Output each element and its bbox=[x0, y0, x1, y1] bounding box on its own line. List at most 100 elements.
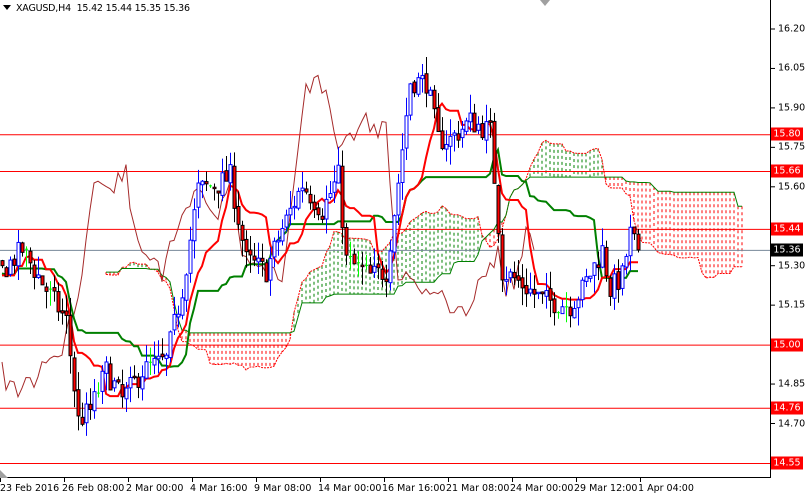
candle[interactable] bbox=[328, 180, 333, 200]
candle[interactable] bbox=[8, 256, 13, 277]
candle[interactable] bbox=[192, 198, 197, 259]
candle[interactable] bbox=[388, 239, 393, 291]
candle[interactable] bbox=[528, 272, 533, 297]
candle[interactable] bbox=[168, 330, 173, 363]
candle[interactable] bbox=[184, 273, 189, 312]
candle[interactable] bbox=[312, 194, 317, 219]
candle[interactable] bbox=[524, 268, 529, 307]
chart-shift-marker-icon[interactable] bbox=[540, 0, 550, 6]
candle[interactable] bbox=[357, 251, 360, 277]
candle[interactable] bbox=[0, 259, 5, 269]
candle[interactable] bbox=[580, 277, 585, 308]
candle[interactable] bbox=[56, 282, 61, 322]
candle[interactable] bbox=[296, 187, 301, 211]
candle[interactable] bbox=[172, 296, 177, 336]
candle[interactable] bbox=[400, 133, 405, 200]
candle[interactable] bbox=[420, 63, 425, 93]
candle[interactable] bbox=[316, 202, 321, 221]
candle[interactable] bbox=[396, 173, 401, 225]
candle[interactable] bbox=[260, 243, 265, 277]
candle[interactable] bbox=[140, 365, 145, 401]
candle[interactable] bbox=[440, 117, 445, 151]
candle[interactable] bbox=[600, 228, 605, 269]
candle[interactable] bbox=[632, 226, 637, 241]
candle[interactable] bbox=[548, 271, 553, 318]
candle[interactable] bbox=[560, 299, 565, 315]
candle[interactable] bbox=[504, 266, 509, 296]
candle[interactable] bbox=[392, 214, 397, 259]
candle[interactable] bbox=[244, 230, 249, 268]
candle[interactable] bbox=[248, 236, 253, 273]
candle[interactable] bbox=[349, 241, 352, 270]
candle[interactable] bbox=[520, 264, 525, 306]
candle[interactable] bbox=[636, 228, 641, 253]
candle[interactable] bbox=[448, 119, 453, 165]
candle[interactable] bbox=[344, 223, 349, 265]
candle[interactable] bbox=[552, 292, 557, 326]
candle[interactable] bbox=[340, 150, 345, 245]
candle[interactable] bbox=[572, 301, 577, 319]
candle[interactable] bbox=[436, 93, 441, 133]
candle[interactable] bbox=[452, 130, 457, 152]
candle[interactable] bbox=[212, 183, 217, 201]
candle[interactable] bbox=[84, 392, 89, 436]
candle[interactable] bbox=[188, 226, 193, 283]
candle[interactable] bbox=[272, 237, 277, 268]
candle[interactable] bbox=[456, 120, 461, 148]
candle[interactable] bbox=[416, 72, 421, 97]
candle[interactable] bbox=[544, 272, 549, 309]
candle[interactable] bbox=[308, 185, 313, 210]
candle[interactable] bbox=[160, 338, 165, 361]
candle[interactable] bbox=[196, 169, 201, 219]
price-chart[interactable] bbox=[0, 0, 805, 497]
candle[interactable] bbox=[128, 366, 133, 403]
candle[interactable] bbox=[584, 268, 589, 288]
candle[interactable] bbox=[224, 155, 229, 182]
candle[interactable] bbox=[624, 253, 629, 275]
candle[interactable] bbox=[360, 252, 365, 285]
candle[interactable] bbox=[492, 112, 497, 184]
candle[interactable] bbox=[108, 356, 113, 391]
candle[interactable] bbox=[136, 372, 141, 399]
candle[interactable] bbox=[164, 352, 169, 377]
candle[interactable] bbox=[20, 241, 25, 257]
candle[interactable] bbox=[620, 263, 625, 296]
candle[interactable] bbox=[216, 190, 221, 209]
candle[interactable] bbox=[292, 195, 297, 220]
candle[interactable] bbox=[480, 115, 485, 141]
candle[interactable] bbox=[72, 351, 77, 408]
candle[interactable] bbox=[220, 158, 225, 202]
candle[interactable] bbox=[49, 281, 52, 306]
candle[interactable] bbox=[365, 254, 368, 270]
candle[interactable] bbox=[557, 311, 560, 319]
candle[interactable] bbox=[568, 296, 573, 328]
candle[interactable] bbox=[412, 80, 417, 98]
candle[interactable] bbox=[484, 104, 489, 154]
candle[interactable] bbox=[472, 103, 477, 133]
candle[interactable] bbox=[112, 377, 117, 392]
candle[interactable] bbox=[468, 94, 473, 132]
dropdown-arrow-icon[interactable] bbox=[3, 5, 11, 10]
candle[interactable] bbox=[88, 388, 93, 420]
candle[interactable] bbox=[28, 247, 33, 274]
candle[interactable] bbox=[120, 369, 125, 408]
candle[interactable] bbox=[476, 116, 481, 135]
candle[interactable] bbox=[16, 230, 21, 281]
candle[interactable] bbox=[132, 365, 137, 380]
candle[interactable] bbox=[4, 266, 9, 278]
candle[interactable] bbox=[368, 256, 373, 274]
candle[interactable] bbox=[432, 85, 437, 119]
candle[interactable] bbox=[588, 275, 593, 283]
candle[interactable] bbox=[300, 172, 305, 203]
candle[interactable] bbox=[144, 345, 149, 380]
candle[interactable] bbox=[372, 248, 377, 279]
candle[interactable] bbox=[100, 365, 105, 404]
candle[interactable] bbox=[276, 230, 281, 256]
candle[interactable] bbox=[92, 379, 97, 419]
candle[interactable] bbox=[616, 259, 621, 303]
candle[interactable] bbox=[44, 282, 49, 309]
candle[interactable] bbox=[536, 291, 541, 300]
candle[interactable] bbox=[256, 242, 261, 275]
candle[interactable] bbox=[565, 292, 568, 323]
candle[interactable] bbox=[280, 219, 285, 246]
